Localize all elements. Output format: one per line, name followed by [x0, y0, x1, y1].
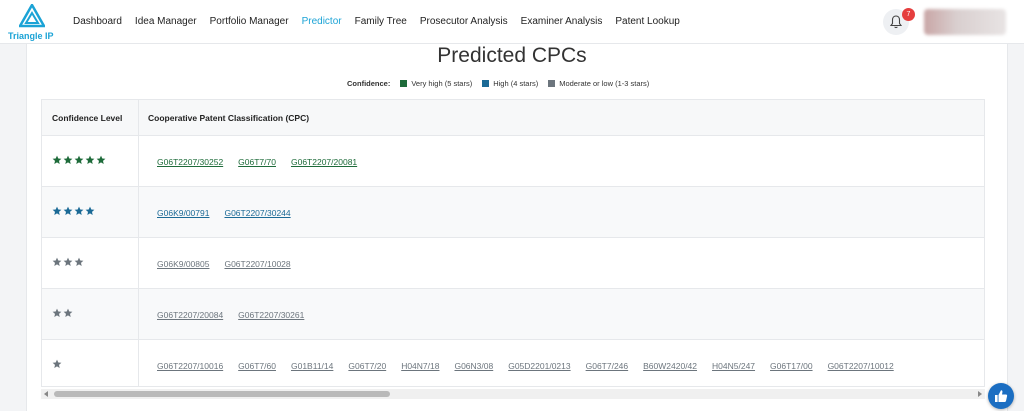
star-icon [63, 308, 73, 317]
legend-item-very-high: Very high (5 stars) [400, 79, 472, 88]
scroll-right-arrow-icon[interactable] [978, 391, 982, 397]
cpc-list: G06K9/00805 G06T2207/10028 [157, 259, 306, 269]
star-icon [52, 155, 62, 164]
cpc-link[interactable]: G06N3/08 [454, 361, 493, 371]
cpc-link[interactable]: G06T2207/20081 [291, 157, 357, 167]
confidence-stars [52, 206, 95, 216]
cpc-link[interactable]: H04N5/247 [712, 361, 755, 371]
feedback-button[interactable] [988, 383, 1014, 409]
cpc-list: G06T2207/20084 G06T2207/30261 [157, 310, 319, 320]
table-row: G06T2207/30252 G06T7/70 G06T2207/20081 [42, 136, 984, 187]
legend-label: Confidence: [347, 79, 391, 88]
table-row: G06K9/00805 G06T2207/10028 [42, 238, 984, 289]
header-confidence: Confidence Level [52, 113, 123, 123]
cpc-table: Confidence Level Cooperative Patent Clas… [41, 99, 985, 387]
star-icon [52, 206, 62, 215]
cpc-link[interactable]: G06T2207/20084 [157, 310, 223, 320]
cpc-list: G06K9/00791 G06T2207/30244 [157, 208, 306, 218]
legend-swatch [482, 80, 490, 87]
table-header: Confidence Level Cooperative Patent Clas… [42, 100, 984, 136]
confidence-stars [52, 155, 106, 165]
confidence-legend: Confidence: Very high (5 stars) High (4 … [347, 79, 659, 88]
horizontal-scrollbar[interactable] [41, 389, 985, 399]
cpc-list: G06T2207/30252 G06T7/70 G06T2207/20081 [157, 157, 372, 167]
cpc-link[interactable]: G06T17/00 [770, 361, 813, 371]
cpc-link[interactable]: G06K9/00791 [157, 208, 209, 218]
column-divider [138, 136, 139, 186]
scroll-left-arrow-icon[interactable] [44, 391, 48, 397]
cpc-link[interactable]: G06T7/60 [238, 361, 276, 371]
cpc-link[interactable]: G06T2207/10012 [828, 361, 894, 371]
star-icon [52, 308, 62, 317]
user-avatar[interactable] [924, 9, 1006, 35]
legend-item-moderate: Moderate or low (1-3 stars) [548, 79, 649, 88]
confidence-stars [52, 359, 62, 369]
star-icon [74, 155, 84, 164]
main-nav: Dashboard Idea Manager Portfolio Manager Pr… [73, 16, 693, 27]
star-icon [85, 155, 95, 164]
thumbs-up-icon [995, 390, 1008, 402]
table-row: G06T2207/20084 G06T2207/30261 [42, 289, 984, 340]
nav-item-predictor[interactable]: Predictor [302, 16, 342, 27]
top-navbar: Triangle IP Dashboard Idea Manager Portfol… [0, 0, 1024, 44]
star-icon [85, 206, 95, 215]
cpc-link[interactable]: G06T2207/30252 [157, 157, 223, 167]
cpc-list: G06T2207/10016 G06T7/60 G01B11/14 G06T7/20 H… [157, 361, 909, 371]
scrollbar-thumb[interactable] [54, 391, 390, 397]
star-icon [63, 206, 73, 215]
star-icon [96, 155, 106, 164]
column-divider [138, 289, 139, 339]
cpc-link[interactable]: G06T2207/30244 [224, 208, 290, 218]
legend-swatch [400, 80, 408, 87]
confidence-stars [52, 308, 73, 318]
column-divider [138, 100, 139, 135]
cpc-link[interactable]: G05D2201/0213 [508, 361, 570, 371]
cpc-link[interactable]: G06T2207/30261 [238, 310, 304, 320]
star-icon [74, 257, 84, 266]
nav-item-portfolio-manager[interactable]: Portfolio Manager [210, 16, 289, 27]
legend-item-label: Very high (5 stars) [411, 79, 473, 88]
star-icon [52, 359, 62, 368]
nav-item-prosecutor-analysis[interactable]: Prosecutor Analysis [420, 16, 508, 27]
star-icon [63, 155, 73, 164]
nav-item-patent-lookup[interactable]: Patent Lookup [615, 16, 680, 27]
header-cpc: Cooperative Patent Classification (CPC) [148, 113, 310, 123]
cpc-link[interactable]: H04N7/18 [401, 361, 439, 371]
brand-logo[interactable]: Triangle IP [8, 4, 56, 42]
cpc-link[interactable]: G06T7/246 [586, 361, 629, 371]
triangle-logo-icon [19, 4, 45, 28]
star-icon [63, 257, 73, 266]
confidence-stars [52, 257, 84, 267]
nav-item-idea-manager[interactable]: Idea Manager [135, 16, 197, 27]
legend-swatch [548, 80, 556, 87]
bell-icon [890, 15, 902, 29]
table-row: G06K9/00791 G06T2207/30244 [42, 187, 984, 238]
cpc-link[interactable]: G01B11/14 [291, 361, 333, 371]
cpc-link[interactable]: G06T2207/10028 [224, 259, 290, 269]
nav-item-family-tree[interactable]: Family Tree [355, 16, 407, 27]
column-divider [138, 238, 139, 288]
star-icon [74, 206, 84, 215]
nav-item-dashboard[interactable]: Dashboard [73, 16, 122, 27]
table-row: G06T2207/10016 G06T7/60 G01B11/14 G06T7/20 H… [42, 340, 984, 386]
page-title: Predicted CPCs [437, 44, 587, 67]
cpc-link[interactable]: B60W2420/42 [643, 361, 697, 371]
legend-item-high: High (4 stars) [482, 79, 538, 88]
cpc-link[interactable]: G06K9/00805 [157, 259, 209, 269]
brand-name: Triangle IP [8, 31, 54, 41]
cpc-link[interactable]: G06T7/70 [238, 157, 276, 167]
column-divider [138, 187, 139, 237]
legend-item-label: High (4 stars) [493, 79, 539, 88]
cpc-link[interactable]: G06T2207/10016 [157, 361, 223, 371]
column-divider [138, 340, 139, 386]
notifications-badge: 7 [902, 8, 915, 21]
legend-item-label: Moderate or low (1-3 stars) [559, 79, 650, 88]
star-icon [52, 257, 62, 266]
cpc-link[interactable]: G06T7/20 [348, 361, 386, 371]
nav-item-examiner-analysis[interactable]: Examiner Analysis [521, 16, 603, 27]
